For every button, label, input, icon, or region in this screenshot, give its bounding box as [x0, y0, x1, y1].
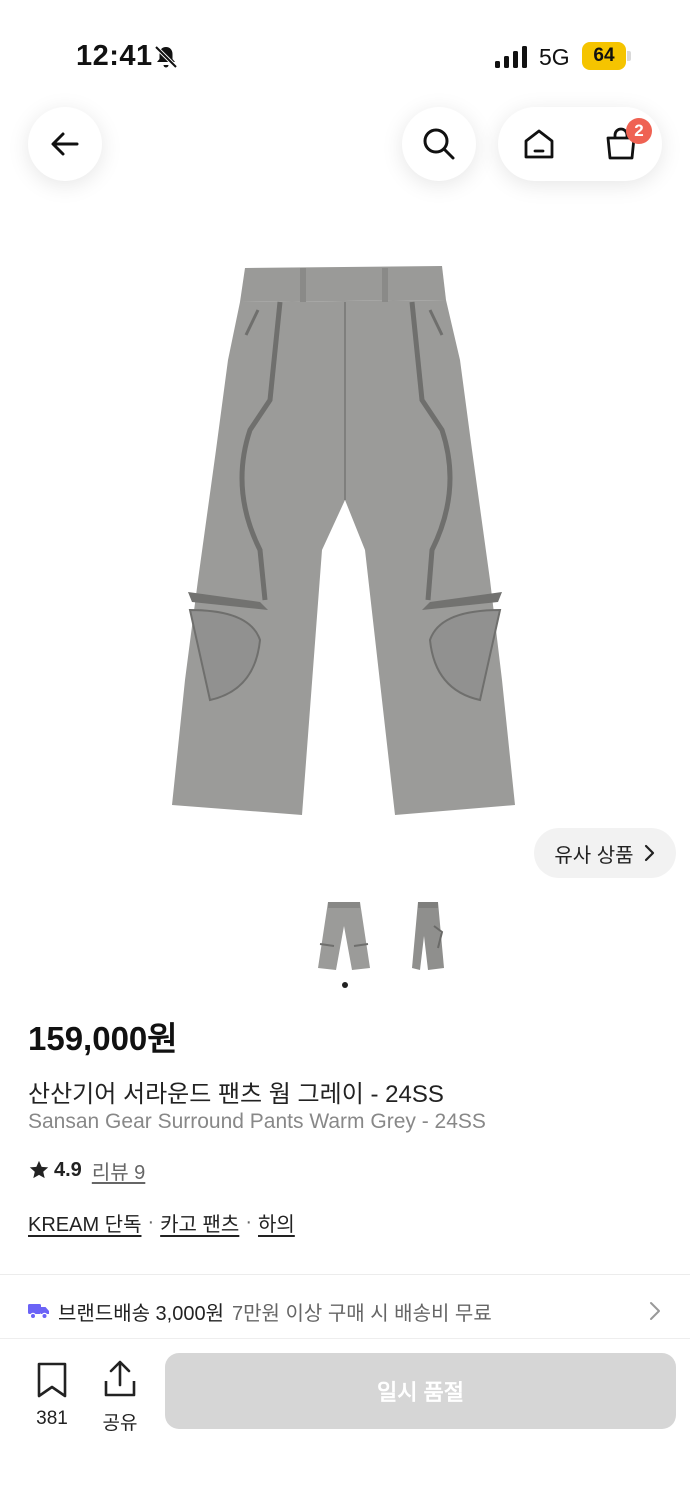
bookmark-icon — [37, 1362, 67, 1398]
product-title-korean: 산산기어 서라운드 팬츠 웜 그레이 - 24SS — [28, 1081, 444, 1108]
tag-cargo-pants[interactable]: 카고 팬츠 — [160, 1208, 239, 1237]
product-tags: KREAM 단독 · 카고 팬츠 · 하의 — [28, 1208, 295, 1237]
chevron-right-icon — [644, 844, 654, 862]
search-icon — [423, 128, 455, 160]
home-button[interactable] — [498, 107, 580, 181]
cart-badge: 2 — [626, 118, 652, 144]
network-type: 5G — [539, 44, 570, 70]
product-price: 159,000원 — [28, 1020, 178, 1057]
battery-level: 64 — [582, 42, 626, 70]
share-button[interactable]: 공유 — [98, 1359, 142, 1435]
shipping-label: 브랜드배송 3,000원 — [58, 1302, 225, 1325]
truck-icon — [28, 1304, 49, 1320]
bell-muted-icon — [154, 45, 178, 69]
rating-value: 4.9 — [54, 1158, 82, 1181]
bookmark-count: 381 — [36, 1408, 68, 1429]
chevron-right-icon — [650, 1302, 660, 1320]
search-button[interactable] — [402, 107, 476, 181]
thumbnail-front[interactable] — [312, 896, 376, 974]
status-bar: 12:41 5G 64 — [0, 0, 690, 100]
carousel-indicator — [342, 982, 348, 988]
tag-kream-exclusive[interactable]: KREAM 단독 — [28, 1208, 141, 1237]
sold-out-button[interactable]: 일시 품절 — [165, 1353, 676, 1429]
tag-separator: · — [245, 1211, 252, 1233]
product-image-pants[interactable] — [150, 250, 540, 830]
signal-icon — [495, 46, 527, 68]
star-icon — [29, 1160, 49, 1179]
similar-products-button[interactable]: 유사 상품 — [534, 828, 676, 878]
tag-separator: · — [147, 1211, 155, 1233]
similar-products-label: 유사 상품 — [554, 844, 634, 867]
tag-bottoms[interactable]: 하의 — [258, 1208, 295, 1237]
status-time: 12:41 — [76, 40, 153, 72]
cart-button[interactable] — [580, 107, 662, 181]
section-divider — [0, 1274, 690, 1275]
share-icon — [104, 1360, 136, 1397]
back-button[interactable] — [28, 107, 102, 181]
shipping-info[interactable]: 브랜드배송 3,000원 7만원 이상 구매 시 배송비 무료 — [28, 1294, 668, 1328]
arrow-left-icon — [51, 132, 79, 156]
share-label: 공유 — [102, 1413, 138, 1434]
header-actions: 2 — [498, 107, 662, 181]
thumbnail-side[interactable] — [398, 896, 462, 974]
image-thumbnails — [312, 896, 452, 976]
reviews-link[interactable]: 리뷰 9 — [92, 1156, 145, 1185]
shipping-note: 7만원 이상 구매 시 배송비 무료 — [232, 1302, 492, 1325]
battery-tip — [627, 51, 631, 61]
rating-row: 4.9 리뷰 9 — [28, 1156, 145, 1184]
home-icon — [524, 129, 554, 159]
bookmark-button[interactable]: 381 — [30, 1361, 74, 1430]
bottom-action-bar: 381 공유 일시 품절 — [0, 1338, 690, 1501]
product-title-english: Sansan Gear Surround Pants Warm Grey - 2… — [28, 1110, 486, 1133]
